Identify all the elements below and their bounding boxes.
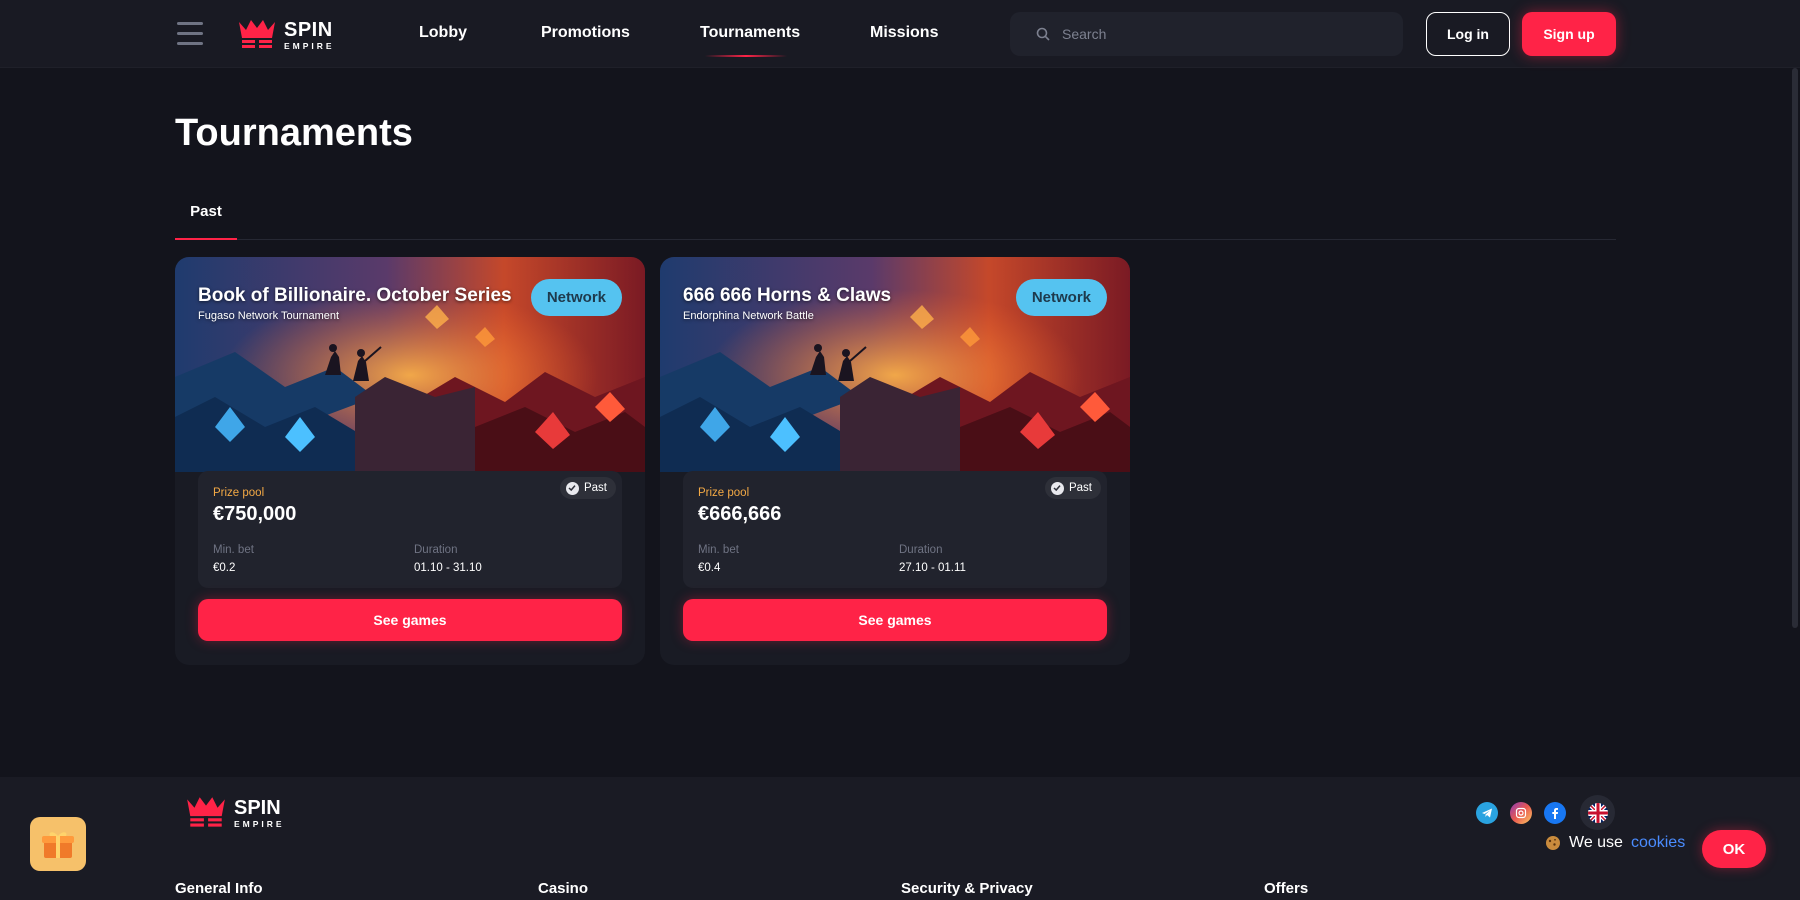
see-games-button[interactable]: See games xyxy=(198,599,622,641)
duration-value: 27.10 - 01.11 xyxy=(899,562,966,574)
tournament-card: 666 666 Horns & Claws Endorphina Network… xyxy=(660,257,1130,665)
footer-brand-logo[interactable]: SPIN EMPIRE xyxy=(184,795,285,831)
cookie-text: We use xyxy=(1569,834,1623,851)
tournament-card: Book of Billionaire. October Series Fuga… xyxy=(175,257,645,665)
prize-pool-label: Prize pool xyxy=(698,487,750,499)
min-bet-value: €0.2 xyxy=(213,562,236,574)
tournament-info: Past Prize pool €750,000 Min. bet €0.2 D… xyxy=(198,471,622,588)
nav-missions[interactable]: Missions xyxy=(870,24,938,42)
network-badge: Network xyxy=(1015,279,1107,316)
facebook-icon[interactable] xyxy=(1544,802,1566,824)
tournament-banner: Book of Billionaire. October Series Fuga… xyxy=(175,257,645,472)
nav-promotions[interactable]: Promotions xyxy=(541,24,630,42)
menu-burger-icon[interactable] xyxy=(177,22,203,46)
brand-subname: EMPIRE xyxy=(284,40,335,51)
search-bar[interactable] xyxy=(1010,12,1403,56)
duration-label: Duration xyxy=(899,544,943,556)
footer: SPIN EMPIRE General Info Casino Security… xyxy=(0,777,1800,900)
footer-heading-offers[interactable]: Offers xyxy=(1264,880,1308,897)
status-badge: Past xyxy=(559,477,616,499)
footer-heading-casino[interactable]: Casino xyxy=(538,880,588,897)
min-bet-value: €0.4 xyxy=(698,562,721,574)
nav-tournaments[interactable]: Tournaments xyxy=(700,24,800,42)
tournament-banner: 666 666 Horns & Claws Endorphina Network… xyxy=(660,257,1130,472)
check-icon xyxy=(1050,481,1064,495)
nav-active-indicator xyxy=(705,55,787,57)
cookie-icon xyxy=(1546,836,1560,850)
crown-logo-icon xyxy=(239,20,275,50)
footer-heading-general-info[interactable]: General Info xyxy=(175,880,263,897)
check-icon xyxy=(565,481,579,495)
tab-past[interactable]: Past xyxy=(175,203,237,220)
language-selector[interactable] xyxy=(1580,795,1615,830)
page-title: Tournaments xyxy=(175,112,413,154)
cookie-ok-button[interactable]: OK xyxy=(1702,830,1766,868)
tournament-subtitle: Fugaso Network Tournament xyxy=(198,310,340,322)
footer-heading-security-privacy[interactable]: Security & Privacy xyxy=(901,880,1033,897)
cookie-notice: We use cookies xyxy=(1545,834,1685,852)
cookies-link[interactable]: cookies xyxy=(1631,834,1685,852)
brand-logo[interactable]: SPIN EMPIRE xyxy=(236,18,335,52)
signup-button[interactable]: Sign up xyxy=(1522,12,1616,56)
gift-bonus-button[interactable] xyxy=(30,817,86,871)
status-label: Past xyxy=(583,482,607,494)
search-icon xyxy=(1036,27,1050,41)
page-scrollbar[interactable] xyxy=(1792,68,1798,628)
tab-active-indicator xyxy=(175,238,237,240)
top-header: SPIN EMPIRE Lobby Promotions Tournaments… xyxy=(0,0,1800,68)
tabs-divider xyxy=(175,239,1616,240)
tournament-subtitle: Endorphina Network Battle xyxy=(683,310,814,322)
tournament-title: 666 666 Horns & Claws xyxy=(683,285,892,306)
telegram-icon[interactable] xyxy=(1476,802,1498,824)
tournament-title: Book of Billionaire. October Series xyxy=(198,285,512,306)
nav-lobby[interactable]: Lobby xyxy=(419,24,467,42)
uk-flag-icon xyxy=(1587,802,1608,823)
brand-name: SPIN xyxy=(284,18,333,41)
duration-label: Duration xyxy=(414,544,458,556)
tournament-info: Past Prize pool €666,666 Min. bet €0.4 D… xyxy=(683,471,1107,588)
min-bet-label: Min. bet xyxy=(213,544,254,556)
see-games-button[interactable]: See games xyxy=(683,599,1107,641)
status-badge: Past xyxy=(1044,477,1101,499)
status-label: Past xyxy=(1068,482,1092,494)
search-input[interactable] xyxy=(1062,26,1382,42)
prize-pool-value: €750,000 xyxy=(213,503,297,525)
prize-pool-value: €666,666 xyxy=(698,503,782,525)
instagram-icon[interactable] xyxy=(1510,802,1532,824)
brand-name: SPIN xyxy=(234,796,281,819)
crown-logo-icon xyxy=(187,797,225,829)
duration-value: 01.10 - 31.10 xyxy=(414,562,482,574)
gift-icon xyxy=(42,832,74,858)
login-button[interactable]: Log in xyxy=(1426,12,1510,56)
prize-pool-label: Prize pool xyxy=(213,487,265,499)
brand-subname: EMPIRE xyxy=(234,818,285,829)
min-bet-label: Min. bet xyxy=(698,544,739,556)
network-badge: Network xyxy=(530,279,622,316)
